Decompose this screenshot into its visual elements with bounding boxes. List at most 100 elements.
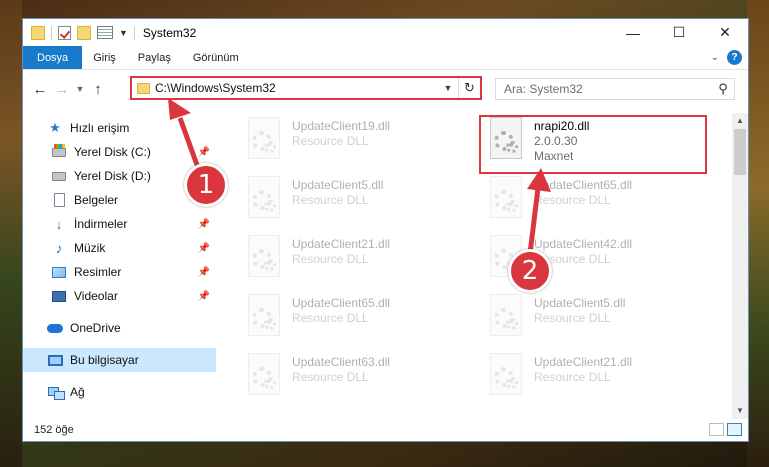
ribbon: Dosya Giriş Paylaş Görünüm ⌄ ? <box>23 46 748 70</box>
search-box[interactable]: Ara: System32 ⚲ <box>495 78 735 100</box>
sidebar-item-label: Videolar <box>74 289 118 303</box>
new-folder-icon[interactable] <box>77 25 91 40</box>
dll-file-gear-icon <box>242 353 286 399</box>
sidebar-item-music[interactable]: ♪ Müzik 📌 <box>23 236 216 260</box>
up-arrow-icon[interactable]: ↑ <box>87 81 109 98</box>
file-type: Resource DLL <box>292 252 369 266</box>
search-placeholder[interactable]: Ara: System32 <box>504 82 712 96</box>
refresh-icon[interactable]: ↻ <box>458 78 480 98</box>
maximize-button[interactable]: ☐ <box>656 19 702 46</box>
pin-icon[interactable]: 📌 <box>198 147 210 158</box>
file-tile[interactable]: UpdateClient21.dll Resource DLL <box>484 351 714 403</box>
tab-view[interactable]: Görünüm <box>182 46 250 69</box>
recent-locations-dropdown-icon[interactable]: ▼ <box>73 84 87 94</box>
large-icons-view-icon[interactable] <box>727 423 742 436</box>
tab-file[interactable]: Dosya <box>23 46 83 69</box>
scroll-up-icon[interactable]: ▲ <box>732 113 748 129</box>
file-name: UpdateClient5.dll <box>292 178 384 192</box>
sidebar-item-local-disk-c[interactable]: Yerel Disk (C:) 📌 <box>23 140 216 164</box>
file-type: Resource DLL <box>534 193 611 207</box>
sidebar-item-this-pc[interactable]: Bu bilgisayar <box>23 348 216 372</box>
status-bar: 152 öğe <box>23 419 748 441</box>
help-icon[interactable]: ? <box>727 50 742 65</box>
documents-icon <box>51 193 67 207</box>
sidebar-item-downloads[interactable]: ↓ İndirmeler 📌 <box>23 212 216 236</box>
file-tile[interactable]: UpdateClient19.dll Resource DLL <box>242 115 472 167</box>
minimize-button[interactable]: — <box>610 19 656 46</box>
highlight-box-target-file <box>479 115 707 174</box>
sidebar-item-label: Yerel Disk (D:) <box>74 169 151 183</box>
scroll-down-icon[interactable]: ▼ <box>732 403 748 419</box>
network-icon <box>47 385 65 400</box>
pin-icon[interactable]: 📌 <box>198 219 210 230</box>
explorer-window: ▼ System32 — ☐ ✕ Dosya Giriş Paylaş Görü… <box>22 18 749 442</box>
star-icon: ★ <box>49 120 61 135</box>
item-count: 152 öğe <box>34 424 74 436</box>
sidebar-item-label: İndirmeler <box>74 217 128 231</box>
address-history-dropdown-icon[interactable]: ▼ <box>438 83 458 93</box>
dll-file-gear-icon <box>484 294 528 340</box>
pin-icon[interactable]: 📌 <box>198 291 210 302</box>
quick-access-toolbar: ▼ <box>23 25 135 40</box>
desktop-background-right <box>747 0 769 467</box>
search-icon[interactable]: ⚲ <box>712 81 734 97</box>
sidebar-item-label: Bu bilgisayar <box>70 353 139 367</box>
onedrive-icon <box>47 321 63 335</box>
drive-icon <box>51 169 67 183</box>
sidebar-item-videos[interactable]: Videolar 📌 <box>23 284 216 308</box>
dll-file-gear-icon <box>242 117 286 163</box>
drive-c-icon <box>51 143 67 159</box>
sidebar-item-onedrive[interactable]: OneDrive <box>23 316 216 340</box>
sidebar-item-label: Belgeler <box>74 193 119 207</box>
tab-home[interactable]: Giriş <box>82 46 127 69</box>
file-name: UpdateClient65.dll <box>534 178 633 192</box>
back-arrow-icon[interactable]: ← <box>29 81 51 98</box>
customize-toolbar-dropdown-icon[interactable]: ▼ <box>119 28 128 38</box>
properties-check-icon[interactable] <box>58 25 71 40</box>
pin-icon[interactable]: 📌 <box>198 243 210 254</box>
file-name: UpdateClient65.dll <box>292 296 391 310</box>
file-tile[interactable]: UpdateClient5.dll Resource DLL <box>484 292 714 344</box>
sidebar-item-label: Resimler <box>74 265 122 279</box>
vertical-scrollbar[interactable]: ▲ ▼ <box>732 113 748 419</box>
details-view-icon[interactable] <box>709 423 724 436</box>
title-bar: ▼ System32 — ☐ ✕ <box>23 19 748 46</box>
dll-file-gear-icon <box>484 176 528 222</box>
file-tile[interactable]: UpdateClient63.dll Resource DLL <box>242 351 472 403</box>
scroll-thumb[interactable] <box>734 129 746 175</box>
folder-icon <box>31 25 45 40</box>
address-bar[interactable]: C:\Windows\System32 ▼ ↻ <box>130 76 482 100</box>
sidebar-item-pictures[interactable]: Resimler 📌 <box>23 260 216 284</box>
file-tile[interactable]: UpdateClient65.dll Resource DLL <box>484 174 714 226</box>
file-name: UpdateClient19.dll <box>292 119 391 133</box>
file-tile[interactable]: UpdateClient5.dll Resource DLL <box>242 174 472 226</box>
navigation-bar: ← → ▼ ↑ C:\Windows\System32 ▼ ↻ Ara: Sys… <box>23 70 748 108</box>
file-type: Resource DLL <box>292 134 369 148</box>
desktop-background-left <box>0 0 22 467</box>
expand-ribbon-chevron-icon[interactable]: ⌄ <box>711 52 719 63</box>
view-buttons <box>709 423 742 436</box>
close-button[interactable]: ✕ <box>702 19 748 46</box>
sidebar-item-label: Hızlı erişim <box>70 121 130 135</box>
forward-arrow-icon[interactable]: → <box>51 81 73 98</box>
step-2-badge: 2 <box>508 249 552 293</box>
separator <box>51 25 52 40</box>
sidebar-item-label: OneDrive <box>70 321 121 335</box>
tab-share[interactable]: Paylaş <box>127 46 182 69</box>
separator <box>133 25 135 40</box>
file-tile[interactable]: UpdateClient65.dll Resource DLL <box>242 292 472 344</box>
pin-icon[interactable]: 📌 <box>198 267 210 278</box>
file-name: UpdateClient42.dll <box>534 237 633 251</box>
properties-icon[interactable] <box>97 26 113 39</box>
address-path[interactable]: C:\Windows\System32 <box>155 81 438 95</box>
sidebar-item-quick-access[interactable]: ★ Hızlı erişim <box>23 116 216 140</box>
videos-icon <box>51 289 67 303</box>
sidebar-item-network[interactable]: Ağ <box>23 380 216 404</box>
file-type: Resource DLL <box>292 311 369 325</box>
file-tile[interactable]: UpdateClient21.dll Resource DLL <box>242 233 472 285</box>
file-type: Resource DLL <box>292 193 369 207</box>
window-controls: — ☐ ✕ <box>610 19 748 46</box>
file-name: UpdateClient21.dll <box>292 237 391 251</box>
dll-file-gear-icon <box>242 294 286 340</box>
window-title: System32 <box>142 25 197 40</box>
